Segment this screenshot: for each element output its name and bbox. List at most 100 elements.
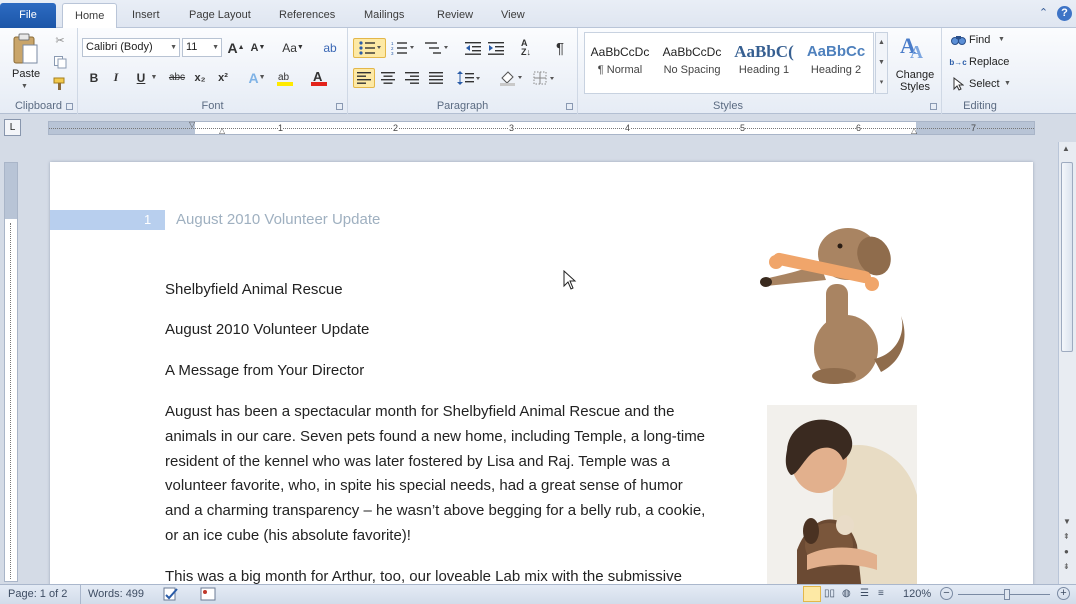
style-no-spacing[interactable]: AaBbCcDc No Spacing [656,34,728,94]
find-icon[interactable] [950,33,966,47]
proofing-icon[interactable] [163,587,179,604]
underline-button[interactable]: U [133,68,149,87]
grow-font-icon[interactable]: A ▲ [227,38,244,57]
strikethrough-button[interactable]: abc [166,68,188,87]
justify-icon[interactable] [426,68,446,88]
scroll-down-icon[interactable]: ▼ [1063,517,1071,526]
first-line-indent-marker[interactable]: ▽ [189,120,195,129]
style-normal[interactable]: AaBbCcDc ¶ Normal [584,34,656,94]
numbering-icon[interactable]: 123 [388,38,418,58]
cut-icon[interactable]: ✂ [52,32,68,48]
help-icon[interactable]: ? [1057,6,1072,21]
document-page[interactable]: 1 August 2010 Volunteer Update Shelbyfie… [50,162,1033,592]
font-launcher-icon[interactable] [336,103,343,110]
horizontal-ruler[interactable]: 1 2 3 4 5 6 7 ▽ △ △ [48,120,1035,135]
zoom-level[interactable]: 120% [903,588,931,600]
text-effects-icon[interactable]: A ▼ [246,68,268,87]
change-styles-icon[interactable]: AA [898,30,930,62]
multilevel-list-icon[interactable] [422,38,452,58]
shading-icon[interactable] [498,68,524,88]
align-center-icon[interactable] [378,68,398,88]
tab-insert[interactable]: Insert [120,3,172,28]
status-divider [80,585,81,604]
tab-view[interactable]: View [489,3,537,28]
clear-formatting-icon[interactable]: ab [321,38,339,57]
tab-file[interactable]: File [0,3,56,28]
vertical-ruler[interactable] [4,162,18,582]
styles-launcher-icon[interactable] [930,103,937,110]
select-icon[interactable] [950,77,966,91]
dog-clipart-image[interactable] [756,224,926,386]
font-name-combo[interactable]: Calibri (Body) ▼ [82,38,180,57]
tab-review[interactable]: Review [425,3,485,28]
scroll-thumb[interactable] [1061,162,1073,352]
woman-with-puppy-photo[interactable] [767,405,917,592]
find-dropdown-icon[interactable]: ▼ [998,36,1005,43]
superscript-button[interactable]: x² [215,68,231,87]
show-formatting-icon[interactable]: ¶ [551,38,569,58]
paragraph-launcher-icon[interactable] [566,103,573,110]
tab-selector-button[interactable]: L [4,119,21,136]
print-layout-view-button[interactable] [803,586,821,602]
tab-references[interactable]: References [267,3,347,28]
sort-icon[interactable]: A Z↓ [516,38,536,58]
tab-home[interactable]: Home [62,3,118,29]
word-count-status[interactable]: Words: 499 [88,588,144,600]
outline-view-icon[interactable]: ☰ [860,588,869,599]
macro-recording-icon[interactable] [200,587,216,604]
paste-label[interactable]: Paste [12,68,40,80]
styles-scroll[interactable]: ▲ ▼ ▾ [875,32,888,94]
copy-icon[interactable] [52,54,68,70]
paste-dropdown-icon[interactable]: ▼ [21,83,28,90]
web-layout-icon[interactable]: ◍ [842,588,851,599]
style-heading-1[interactable]: AaBbC(Heading 1 [728,34,800,94]
line-spacing-icon[interactable] [456,68,482,88]
zoom-in-button[interactable]: + [1057,587,1070,600]
font-size-combo[interactable]: 11 ▼ [182,38,222,57]
decrease-indent-icon[interactable] [463,38,483,58]
underline-dropdown-icon[interactable]: ▼ [150,68,158,87]
zoom-slider-handle[interactable] [1004,589,1010,600]
select-button[interactable]: Select [969,78,1000,90]
font-color-icon[interactable]: A [309,68,333,87]
bold-button[interactable]: B [86,68,102,87]
borders-icon[interactable] [532,68,558,88]
paste-icon[interactable] [10,32,40,66]
full-screen-reading-icon[interactable]: ▯▯ [824,588,835,599]
vertical-scrollbar[interactable]: ▲ ▼ ⇞ ● ⇟ [1058,142,1076,584]
change-styles-label[interactable]: Change Styles [888,69,942,93]
page-count-status[interactable]: Page: 1 of 2 [8,588,67,600]
format-painter-icon[interactable] [52,76,68,92]
align-left-button[interactable] [353,68,375,88]
bullets-button[interactable] [353,38,386,58]
text-line-subtitle[interactable]: A Message from Your Director [165,359,364,384]
tab-mailings[interactable]: Mailings [352,3,416,28]
replace-icon[interactable]: b→c [949,55,966,69]
select-dropdown-icon[interactable]: ▼ [1004,80,1011,87]
italic-button[interactable]: I [108,68,124,87]
style-heading-2[interactable]: AaBbCc Heading 2 [800,34,872,94]
highlight-color-icon[interactable]: ab [275,68,299,87]
replace-button[interactable]: Replace [969,56,1009,68]
subscript-button[interactable]: x₂ [192,68,208,87]
increase-indent-icon[interactable] [486,38,506,58]
previous-page-icon[interactable]: ⇞ [1063,532,1070,541]
text-line-title[interactable]: August 2010 Volunteer Update [165,318,369,343]
select-browse-object-icon[interactable]: ● [1064,547,1069,556]
hanging-indent-marker[interactable]: △ [219,126,225,135]
shrink-font-icon[interactable]: A ▼ [250,38,266,57]
find-button[interactable]: Find [969,34,990,46]
document-heading[interactable]: August 2010 Volunteer Update [176,211,380,228]
right-indent-marker[interactable]: △ [911,126,917,135]
align-right-icon[interactable] [402,68,422,88]
text-line-org[interactable]: Shelbyfield Animal Rescue [165,278,343,303]
next-page-icon[interactable]: ⇟ [1063,562,1070,571]
zoom-out-button[interactable]: − [940,587,953,600]
scroll-up-icon[interactable]: ▲ [1062,144,1070,153]
change-case-icon[interactable]: Aa ▼ [281,38,305,57]
clipboard-launcher-icon[interactable] [66,103,73,110]
paragraph-1[interactable]: August has been a spectacular month for … [165,400,705,549]
minimize-ribbon-icon[interactable]: ⌃ [1036,6,1051,21]
draft-view-icon[interactable]: ≡ [878,588,884,599]
tab-page-layout[interactable]: Page Layout [177,3,263,28]
